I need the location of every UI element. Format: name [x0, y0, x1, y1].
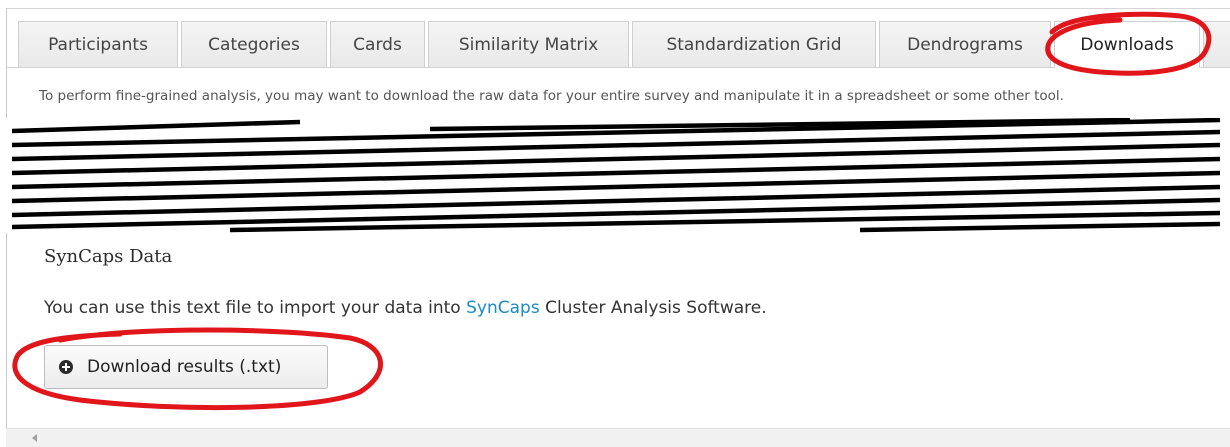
tab-similarity-matrix[interactable]: Similarity Matrix [428, 21, 629, 67]
tab-standardization-grid[interactable]: Standardization Grid [632, 21, 876, 67]
download-results-button[interactable]: Download results (.txt) [44, 345, 328, 389]
syncaps-link[interactable]: SynCaps [466, 298, 540, 318]
tab-cards[interactable]: Cards [330, 21, 425, 67]
plus-circle-icon [59, 360, 73, 374]
downloads-panel: Participants Categories Cards Similarity… [0, 0, 1230, 447]
horizontal-scrollbar[interactable] [6, 428, 1230, 447]
tab-categories[interactable]: Categories [181, 21, 327, 67]
page-break-stripes [0, 118, 1230, 233]
section-desc-after: Cluster Analysis Software. [539, 298, 767, 318]
section-description: You can use this text file to import you… [44, 298, 767, 318]
tab-overflow[interactable] [1203, 21, 1230, 67]
section-desc-before: You can use this text file to import you… [44, 298, 467, 318]
tab-bar-baseline-right [1200, 67, 1230, 68]
tab-dendrograms[interactable]: Dendrograms [879, 21, 1051, 67]
tab-bar-baseline [6, 67, 1054, 68]
section-title: SynCaps Data [44, 246, 173, 267]
panel-top-border [6, 8, 1230, 9]
intro-text: To perform fine-grained analysis, you ma… [39, 88, 1064, 104]
tab-downloads[interactable]: Downloads [1054, 21, 1200, 68]
download-button-label: Download results (.txt) [87, 357, 282, 377]
tab-participants[interactable]: Participants [18, 21, 178, 67]
scroll-left-icon[interactable] [32, 434, 37, 442]
